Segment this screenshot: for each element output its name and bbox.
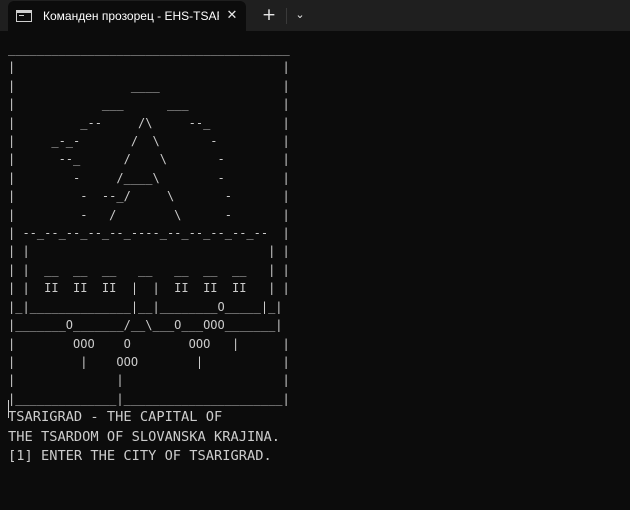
ascii-art: _______________________________________ … (8, 40, 290, 408)
art-line: | | | (8, 373, 290, 388)
tab-title: Команден прозорец - EHS-TSARIGRAD (43, 9, 219, 23)
art-line: | --_ / \ - | (8, 152, 290, 167)
chevron-down-icon[interactable]: ⌄ (292, 7, 308, 23)
tab-divider (286, 8, 287, 24)
message-line: [1] ENTER THE CITY OF TSARIGRAD. (8, 448, 272, 465)
text-cursor (8, 400, 9, 418)
art-line: | ___ ___ | (8, 97, 290, 112)
art-line: | - / \ - | (8, 207, 290, 222)
art-line: | ____ | (8, 78, 290, 93)
active-tab[interactable]: Команден прозорец - EHS-TSARIGRAD ✕ (8, 1, 246, 31)
message-line: THE TSARDOM OF SLOVANSKA KRAJINA. (8, 428, 280, 445)
art-line: | | | | (8, 244, 290, 259)
console-icon (16, 10, 32, 22)
console-output[interactable]: _______________________________________ … (8, 40, 290, 467)
close-icon[interactable]: ✕ (224, 8, 240, 24)
art-line: | --_--_--_--_--_----_--_--_--_--_-- | (8, 226, 290, 241)
art-line: | OOO O OOO | | (8, 336, 290, 351)
art-line: | | __ __ __ __ __ __ __ | | (8, 262, 290, 277)
title-bar: Команден прозорец - EHS-TSARIGRAD ✕ + ⌄ (0, 0, 630, 31)
art-line: | - --_/ \ - | (8, 189, 290, 204)
art-line: | _-_- / \ - | (8, 134, 290, 149)
art-line: | _-- /\ --_ | (8, 115, 290, 130)
message-line: TSARIGRAD - THE CAPITAL OF (8, 409, 223, 426)
art-line: _______________________________________ (8, 42, 290, 56)
art-line: | | OOO | | (8, 354, 290, 369)
console-messages: TSARIGRAD - THE CAPITAL OF THE TSARDOM O… (8, 408, 290, 467)
art-line: | | II II II | | II II II | | (8, 281, 290, 296)
plus-icon[interactable]: + (258, 6, 280, 26)
art-line: |______________|______________________| (8, 391, 290, 406)
art-line: |_______O_______/__\___O___OOO_______| (8, 318, 283, 333)
art-line: | - /____\ - | (8, 170, 290, 185)
art-line: |_|______________|__|________O_____|_| (8, 299, 283, 314)
art-line: | | (8, 60, 290, 75)
